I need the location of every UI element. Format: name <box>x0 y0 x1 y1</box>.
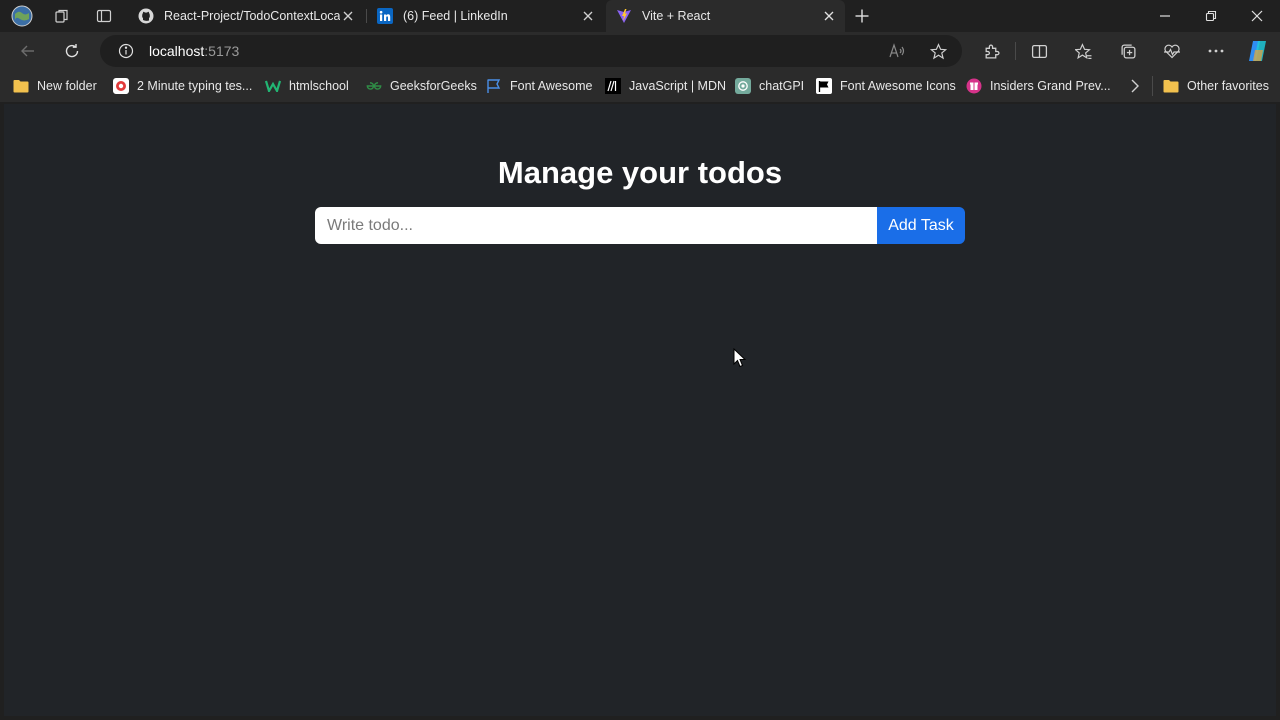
linkedin-icon <box>377 8 393 24</box>
back-arrow-icon[interactable] <box>14 37 42 65</box>
favorite-item[interactable]: Font Awesome <box>486 74 592 98</box>
favorite-label: Font Awesome <box>510 79 593 93</box>
chatgpt-icon <box>735 78 751 94</box>
profile-avatar-icon[interactable] <box>11 5 33 27</box>
favorites-separator <box>1152 76 1153 96</box>
collections-icon[interactable] <box>1114 37 1142 65</box>
extensions-icon[interactable] <box>977 37 1005 65</box>
page-title: Manage your todos <box>497 155 783 190</box>
close-window-icon[interactable] <box>1234 0 1280 32</box>
favorite-label: Insiders Grand Prev... <box>990 79 1111 93</box>
flag-icon <box>486 78 502 94</box>
favorite-label: 2 Minute typing tes... <box>137 79 253 93</box>
browser-essentials-icon[interactable] <box>1158 37 1186 65</box>
favorite-label: htmlschool <box>289 79 349 93</box>
favorite-star-icon[interactable] <box>924 37 952 65</box>
github-icon <box>138 8 154 24</box>
url-host: localhost <box>149 43 205 59</box>
workspaces-icon[interactable] <box>52 6 72 26</box>
tab-github[interactable]: React-Project/TodoContextLocal/ <box>128 0 364 32</box>
copilot-icon[interactable] <box>1244 37 1272 65</box>
mdn-icon <box>605 78 621 94</box>
close-tab-icon[interactable] <box>340 8 356 24</box>
read-aloud-icon[interactable] <box>884 37 912 65</box>
favorites-icon[interactable] <box>1069 37 1097 65</box>
favorite-item[interactable]: GeeksforGeeks <box>366 74 477 98</box>
other-favorites-label: Other favorites <box>1187 79 1269 93</box>
favorite-item[interactable]: chatGPI <box>735 74 804 98</box>
mouse-pointer-icon <box>733 347 747 373</box>
favorite-item[interactable]: New folder <box>13 74 97 98</box>
typing-test-icon <box>113 78 129 94</box>
folder-icon <box>13 78 29 94</box>
split-screen-icon[interactable] <box>1025 37 1053 65</box>
htmlschool-icon <box>265 78 281 94</box>
favorite-label: New folder <box>37 79 97 93</box>
folder-icon <box>1163 78 1179 94</box>
more-options-icon[interactable] <box>1202 37 1230 65</box>
favorite-item[interactable]: Insiders Grand Prev... <box>966 74 1111 98</box>
todo-input[interactable] <box>315 207 878 244</box>
toolbar-separator <box>1015 42 1016 60</box>
vite-icon <box>616 8 632 24</box>
tab-title: (6) Feed | LinkedIn <box>403 9 508 23</box>
add-task-button[interactable]: Add Task <box>877 207 965 244</box>
tab-title: React-Project/TodoContextLocal/ <box>164 9 340 23</box>
close-tab-icon[interactable] <box>821 8 837 24</box>
favorite-label: JavaScript | MDN <box>629 79 727 93</box>
restore-icon[interactable] <box>1188 0 1234 32</box>
other-favorites[interactable]: Other favorites <box>1163 74 1269 98</box>
favorite-item[interactable]: Font Awesome Icons <box>816 74 956 98</box>
chevron-right-icon[interactable] <box>1121 72 1149 100</box>
flag-icon <box>816 78 832 94</box>
geeksforgeeks-icon <box>366 78 382 94</box>
favorite-label: GeeksforGeeks <box>390 79 477 93</box>
tab-vite-react[interactable]: Vite + React <box>606 0 845 32</box>
minimize-icon[interactable] <box>1142 0 1188 32</box>
favorite-item[interactable]: htmlschool <box>265 74 349 98</box>
new-tab-icon[interactable] <box>852 6 872 26</box>
vertical-tabs-icon[interactable] <box>94 6 114 26</box>
refresh-icon[interactable] <box>58 37 86 65</box>
insiders-icon <box>966 78 982 94</box>
url-text[interactable]: localhost:5173 <box>149 43 239 59</box>
favorite-item[interactable]: 2 Minute typing tes... <box>113 74 252 98</box>
tab-title: Vite + React <box>642 9 711 23</box>
page-content <box>4 104 1276 716</box>
favorite-item[interactable]: JavaScript | MDN <box>605 74 726 98</box>
tab-linkedin[interactable]: (6) Feed | LinkedIn <box>367 0 604 32</box>
close-tab-icon[interactable] <box>580 8 596 24</box>
url-port: :5173 <box>204 43 240 59</box>
favorite-label: chatGPI <box>759 79 805 93</box>
site-info-icon[interactable] <box>112 37 140 65</box>
favorite-label: Font Awesome Icons <box>840 79 956 93</box>
